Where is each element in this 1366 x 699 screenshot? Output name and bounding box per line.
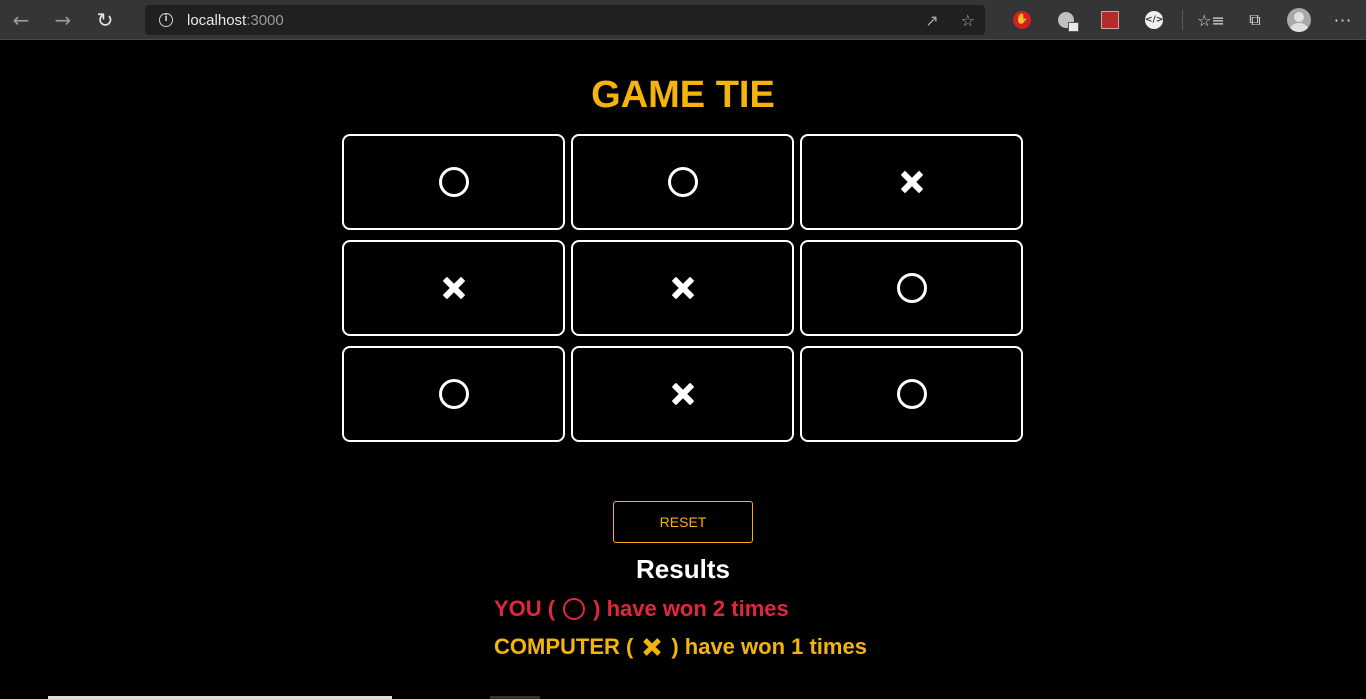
circle-icon: [667, 167, 698, 197]
circle-icon: [896, 273, 927, 303]
circle-icon: [563, 598, 586, 620]
extension-gray-icon[interactable]: [1044, 0, 1088, 40]
results-heading: Results: [636, 554, 730, 584]
board-cell-6[interactable]: [342, 346, 565, 442]
more-menu-icon[interactable]: ···: [1321, 0, 1365, 40]
board-cell-7[interactable]: [571, 346, 794, 442]
board-cell-1[interactable]: [571, 134, 794, 230]
browser-toolbar: ← → ↻ i localhost:3000 ↗ ☆ ✋ </> ☆≡ ⧉ ··…: [0, 0, 1366, 40]
board-cell-0[interactable]: [342, 134, 565, 230]
favorite-star-icon[interactable]: ☆: [961, 11, 975, 30]
board-cell-5[interactable]: [800, 240, 1023, 336]
circle-icon: [438, 379, 469, 409]
result-you-suffix: ) have won 2 times: [593, 596, 789, 621]
board-cell-2[interactable]: [800, 134, 1023, 230]
game-board: [342, 134, 1024, 443]
game-status-title: GAME TIE: [591, 74, 775, 116]
circle-icon: [896, 379, 927, 409]
circle-icon: [438, 167, 469, 197]
board-cell-3[interactable]: [342, 240, 565, 336]
extension-adblock-icon[interactable]: ✋: [1000, 0, 1044, 40]
cross-icon: [671, 382, 695, 406]
url-text[interactable]: localhost:3000: [187, 12, 284, 29]
collections-icon[interactable]: ⧉: [1233, 0, 1277, 40]
extension-red-square-icon[interactable]: [1088, 0, 1132, 40]
forward-arrow-icon[interactable]: →: [42, 0, 84, 40]
cross-icon: [641, 636, 663, 658]
result-computer-prefix: COMPUTER (: [494, 634, 634, 659]
board-cell-4[interactable]: [571, 240, 794, 336]
refresh-icon[interactable]: ↻: [84, 0, 126, 40]
address-bar[interactable]: i localhost:3000 ↗ ☆: [145, 5, 985, 35]
profile-avatar[interactable]: [1277, 0, 1321, 40]
extension-white-icon[interactable]: </>: [1132, 0, 1176, 40]
favorites-list-icon[interactable]: ☆≡: [1189, 0, 1233, 40]
open-in-app-icon[interactable]: ↗: [925, 11, 938, 30]
toolbar-separator: [1182, 10, 1183, 30]
result-you: YOU ( ) have won 2 times: [494, 596, 789, 622]
result-you-prefix: YOU (: [494, 596, 556, 621]
result-computer: COMPUTER ( ) have won 1 times: [494, 634, 867, 660]
info-icon[interactable]: i: [159, 13, 173, 27]
cross-icon: [671, 276, 695, 300]
reset-button[interactable]: RESET: [613, 501, 753, 543]
result-computer-suffix: ) have won 1 times: [671, 634, 867, 659]
cross-icon: [442, 276, 466, 300]
cross-icon: [900, 170, 924, 194]
page-content: GAME TIE RESET Results YOU ( ) have won …: [0, 41, 1366, 699]
back-arrow-icon[interactable]: ←: [0, 0, 42, 40]
board-cell-8[interactable]: [800, 346, 1023, 442]
